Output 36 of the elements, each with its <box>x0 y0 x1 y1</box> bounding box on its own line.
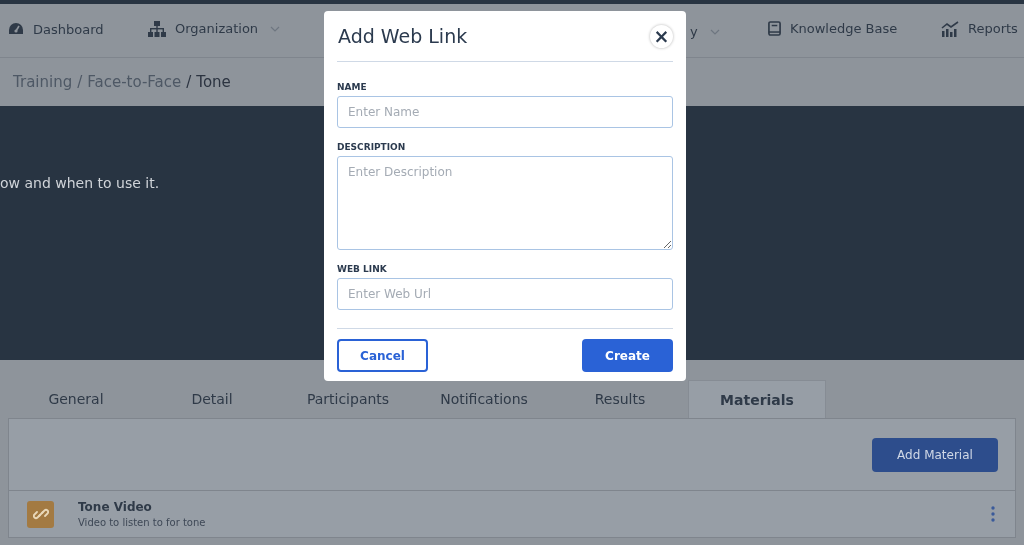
more-options-icon[interactable] <box>991 506 995 522</box>
tab[interactable]: Results <box>552 380 688 418</box>
book-icon <box>768 21 781 36</box>
nav-item[interactable]: Reports <box>941 20 1018 37</box>
hierarchy-icon <box>148 20 166 37</box>
link-icon <box>27 500 54 528</box>
tab[interactable]: Notifications <box>416 380 552 418</box>
dialog-title: Add Web Link <box>338 25 468 47</box>
cancel-button[interactable]: Cancel <box>337 339 428 372</box>
tab[interactable]: Detail <box>144 380 280 418</box>
close-button[interactable]: × <box>650 24 673 48</box>
nav-item[interactable]: y <box>690 24 720 39</box>
description-field[interactable]: Enter Description <box>337 156 673 250</box>
breadcrumb-link[interactable]: Tone <box>196 73 231 91</box>
input-field[interactable]: Enter Name <box>337 96 673 128</box>
breadcrumb-link[interactable]: Face-to-Face <box>87 73 182 91</box>
dashboard-icon <box>8 22 24 36</box>
chart-icon <box>941 20 959 37</box>
field-label: WEB LINK <box>337 264 388 274</box>
material-title: Tone Video <box>78 500 153 514</box>
tab[interactable]: Participants <box>280 380 416 418</box>
breadcrumb-link[interactable]: Training <box>13 73 73 91</box>
field-label: DESCRIPTION <box>337 142 407 152</box>
material-description: Video to listen to for tone <box>78 517 207 528</box>
description-text: ow and when to use it. <box>0 175 160 191</box>
nav-item[interactable]: Organization <box>148 20 281 37</box>
input-field[interactable]: Enter Web Url <box>337 278 673 310</box>
create-button[interactable]: Create <box>582 339 673 372</box>
tab[interactable]: General <box>8 380 144 418</box>
breadcrumb-separator: / <box>186 73 192 91</box>
breadcrumb-separator: / <box>77 73 83 91</box>
nav-item[interactable]: Dashboard <box>8 21 104 37</box>
field-label: NAME <box>337 82 368 92</box>
tab[interactable]: Materials <box>688 380 826 418</box>
nav-item[interactable]: Knowledge Base <box>768 21 898 36</box>
add-material-button[interactable]: Add Material <box>872 437 998 472</box>
